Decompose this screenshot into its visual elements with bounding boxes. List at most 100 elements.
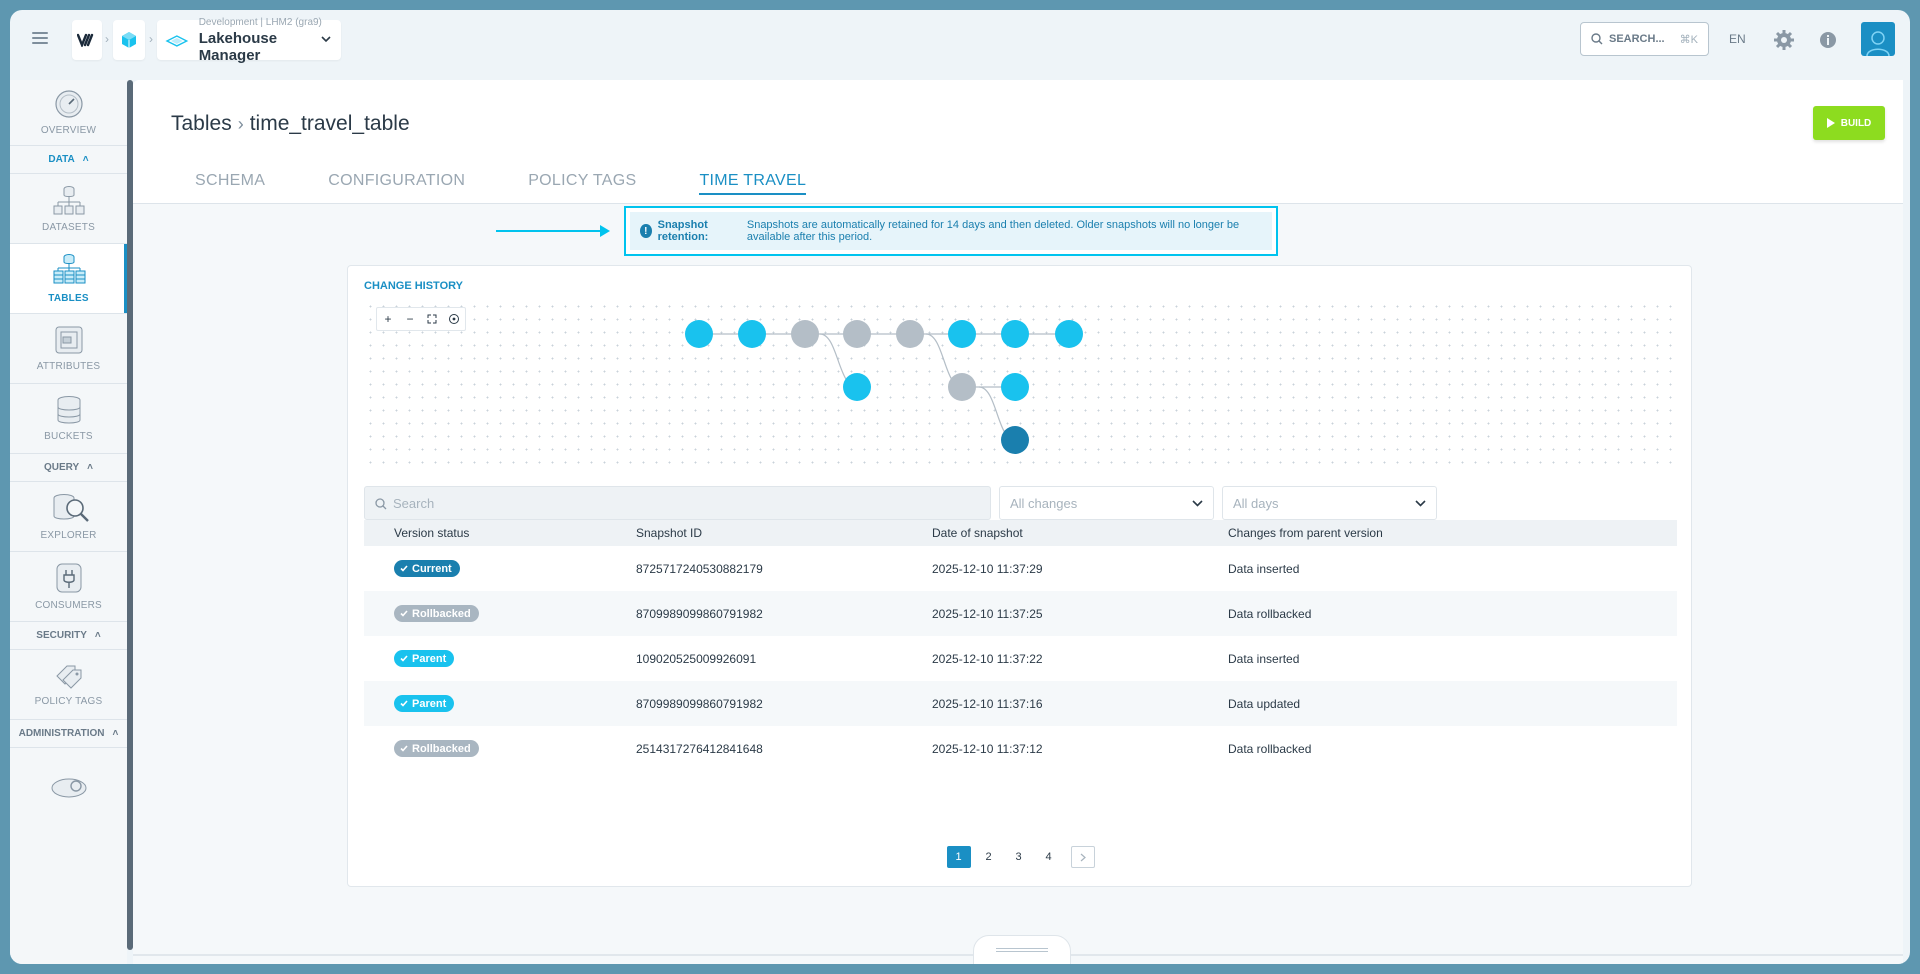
search-icon xyxy=(375,498,387,510)
global-search[interactable]: SEARCH... ⌘K xyxy=(1580,22,1709,56)
sidebar-section-label: SECURITY xyxy=(36,630,87,641)
snapshot-node[interactable] xyxy=(1055,320,1083,348)
gear-icon[interactable] xyxy=(1773,29,1795,51)
sidebar-item-administration[interactable] xyxy=(10,748,127,808)
workspace-switcher[interactable] xyxy=(113,20,145,60)
user-avatar[interactable] xyxy=(1861,22,1895,56)
snapshot-id-cell: 8725717240530882179 xyxy=(636,561,763,576)
sidebar-section-data[interactable]: DATA ˄ xyxy=(10,146,127,174)
snapshot-id-cell: 109020525009926091 xyxy=(636,651,757,666)
tab-configuration[interactable]: CONFIGURATION xyxy=(328,172,465,195)
column-header-status[interactable]: Version status xyxy=(364,526,636,540)
table-row[interactable]: Rollbacked 8709989099860791982 2025-12-10 … xyxy=(364,591,1677,636)
filters-bar: Search All changes All days xyxy=(364,486,1677,520)
main-content: Tables › time_travel_table BUILD SCHEMA … xyxy=(133,80,1903,964)
days-filter-select[interactable]: All days xyxy=(1222,486,1437,520)
snapshot-node[interactable] xyxy=(791,320,819,348)
snapshot-node[interactable] xyxy=(1001,320,1029,348)
table-row[interactable]: Parent 8709989099860791982 2025-12-10 11:3… xyxy=(364,681,1677,726)
sidebar-item-policy-tags[interactable]: POLICY TAGS xyxy=(10,650,127,720)
sidebar-item-label: ATTRIBUTES xyxy=(36,361,101,372)
next-page-button[interactable] xyxy=(1070,846,1095,868)
attributes-icon xyxy=(55,326,82,354)
bucket-icon xyxy=(57,396,80,424)
sidebar-item-buckets[interactable]: BUCKETS xyxy=(10,384,127,454)
days-filter-value: All days xyxy=(1233,495,1279,511)
sidebar-section-administration[interactable]: ADMINISTRATION ˄ xyxy=(10,720,127,748)
tab-policy-tags[interactable]: POLICY TAGS xyxy=(528,172,636,195)
snapshot-node[interactable] xyxy=(948,373,976,401)
sidebar-section-query[interactable]: QUERY ˄ xyxy=(10,454,127,482)
build-button[interactable]: BUILD xyxy=(1813,106,1885,140)
notice-title: Snapshot retention: xyxy=(657,219,709,243)
page-button-2[interactable]: 2 xyxy=(977,846,1001,868)
sidebar-item-attributes[interactable]: ATTRIBUTES xyxy=(10,314,127,384)
status-badge-label: Current xyxy=(412,562,452,575)
plug-icon xyxy=(56,563,81,593)
column-header-date[interactable]: Date of snapshot xyxy=(932,526,1228,540)
sidebar-item-label: EXPLORER xyxy=(40,530,97,541)
chevron-down-icon xyxy=(321,36,331,43)
notice-text: Snapshots are automatically retained for… xyxy=(746,219,1240,243)
status-cell: Parent xyxy=(364,650,636,667)
retention-notice: ! Snapshot retention: Snapshots are auto… xyxy=(624,206,1278,256)
cube-icon xyxy=(122,32,136,48)
check-icon xyxy=(400,610,408,617)
snapshot-node[interactable] xyxy=(843,373,871,401)
status-badge-label: Rollbacked xyxy=(412,607,471,620)
search-placeholder: Search xyxy=(393,495,435,511)
table-row[interactable]: Current 8725717240530882179 2025-12-10 11:… xyxy=(364,546,1677,591)
column-header-changes[interactable]: Changes from parent version xyxy=(1228,526,1528,540)
table-header: Version status Snapshot ID Date of snaps… xyxy=(364,520,1677,546)
changes-cell: Data rollbacked xyxy=(1228,606,1312,621)
snapshot-graph[interactable]: + − xyxy=(364,300,1677,470)
bottom-panel-handle[interactable] xyxy=(973,935,1071,964)
page-header: Tables › time_travel_table BUILD SCHEMA … xyxy=(133,80,1903,204)
callout-arrow xyxy=(496,225,610,237)
tab-schema[interactable]: SCHEMA xyxy=(195,172,265,195)
column-header-snapshot-id[interactable]: Snapshot ID xyxy=(636,526,932,540)
language-selector[interactable]: EN xyxy=(1729,32,1746,46)
sidebar-item-datasets[interactable]: DATASETS xyxy=(10,174,127,244)
snapshot-node[interactable] xyxy=(685,320,713,348)
info-icon[interactable] xyxy=(1817,29,1839,51)
sidebar-item-overview[interactable]: OVERVIEW xyxy=(10,80,127,146)
snapshot-node[interactable] xyxy=(843,320,871,348)
snapshot-node-current[interactable] xyxy=(1001,426,1029,454)
changes-cell: Data updated xyxy=(1228,696,1301,711)
brand-logo[interactable] xyxy=(72,20,102,60)
sidebar-section-label: DATA xyxy=(48,154,75,165)
menu-icon[interactable] xyxy=(32,32,48,46)
date-cell: 2025-12-10 11:37:16 xyxy=(932,696,1043,711)
chevron-right-icon: › xyxy=(149,32,153,46)
chevron-right-icon: › xyxy=(237,113,244,134)
snapshot-node[interactable] xyxy=(738,320,766,348)
app-switcher[interactable]: Development | LHM2 (gra9) Lakehouse Mana… xyxy=(157,17,341,64)
sidebar-item-label: CONSUMERS xyxy=(35,600,102,611)
top-bar: › › Development | LHM2 (gra9) Lakehouse … xyxy=(10,10,1910,70)
table-row[interactable]: Parent 109020525009926091 2025-12-10 11:37… xyxy=(364,636,1677,681)
snapshot-node[interactable] xyxy=(948,320,976,348)
sidebar-section-security[interactable]: SECURITY ˄ xyxy=(10,622,127,650)
page-button-4[interactable]: 4 xyxy=(1037,846,1061,868)
changes-filter-select[interactable]: All changes xyxy=(999,486,1214,520)
sidebar-item-consumers[interactable]: CONSUMERS xyxy=(10,552,127,622)
snapshot-node[interactable] xyxy=(896,320,924,348)
page-button-3[interactable]: 3 xyxy=(1007,846,1031,868)
sidebar-item-explorer[interactable]: EXPLORER xyxy=(10,482,127,552)
snapshot-id-cell: 2514317276412841648 xyxy=(636,741,763,756)
breadcrumb-tables[interactable]: Tables xyxy=(171,112,232,136)
status-cell: Current xyxy=(364,560,636,577)
retention-notice-body: ! Snapshot retention: Snapshots are auto… xyxy=(630,212,1272,250)
page-button-1[interactable]: 1 xyxy=(946,846,971,868)
brand-icon xyxy=(77,33,94,47)
history-search-input[interactable]: Search xyxy=(364,486,991,520)
chevron-up-icon: ˄ xyxy=(112,728,119,739)
sidebar-item-tables[interactable]: TABLES xyxy=(10,244,127,314)
snapshot-node[interactable] xyxy=(1001,373,1029,401)
sidebar-item-label: BUCKETS xyxy=(44,431,93,442)
table-row[interactable]: Rollbacked 2514317276412841648 2025-12-10 … xyxy=(364,726,1677,771)
chevron-down-icon xyxy=(1192,499,1203,507)
changes-cell: Data inserted xyxy=(1228,561,1300,576)
tab-time-travel[interactable]: TIME TRAVEL xyxy=(699,172,807,195)
